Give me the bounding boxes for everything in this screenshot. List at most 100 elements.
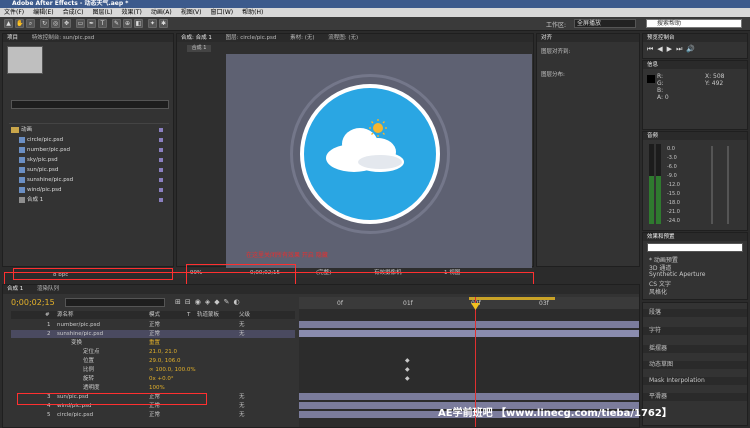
property-rotation[interactable]: 旋转 0x +0.0° (11, 375, 295, 383)
menu-file[interactable]: 文件(F) (4, 8, 24, 17)
panel-smoother[interactable]: 平滑器 (643, 393, 747, 401)
folder-item[interactable]: 动画 (11, 126, 32, 134)
layer-row-selected[interactable]: 2 sunshine/pic.psd 正常 无 (11, 330, 295, 338)
layer-bar[interactable] (299, 321, 639, 328)
eraser-tool-icon[interactable]: ◧ (134, 19, 143, 28)
effects-item[interactable]: Synthetic Aperture (649, 271, 706, 278)
pen-tool-icon[interactable]: ✒ (87, 19, 96, 28)
rectangle-tool-icon[interactable]: ▭ (76, 19, 85, 28)
zoom-tool-icon[interactable]: ⌕ (26, 19, 35, 28)
menu-composition[interactable]: 合成(C) (63, 8, 84, 17)
window-title-bar: Adobe After Effects - 动态天气.aep * (0, 0, 750, 8)
menu-help[interactable]: 帮助(H) (242, 8, 263, 17)
tab-effect-controls[interactable]: 特效控制台: sun/pic.psd (32, 35, 94, 41)
menu-view[interactable]: 视图(V) (181, 8, 202, 17)
file-item[interactable]: circle/pic.psd (19, 136, 63, 144)
comp-subtab[interactable]: 合成 1 (187, 45, 211, 52)
transform-group[interactable]: 变换 重置 (11, 339, 295, 347)
panel-mask-interpolation[interactable]: Mask Interpolation (643, 377, 747, 385)
roto-brush-icon[interactable]: ✦ (148, 19, 157, 28)
psd-file-icon (19, 186, 25, 193)
file-item[interactable]: number/pic.psd (19, 146, 70, 154)
panel-paragraph[interactable]: 段落 (643, 309, 747, 317)
property-anchor[interactable]: 定位点 21.0, 21.0 (11, 348, 295, 356)
composition-viewer[interactable]: 在这里关闭所有效果 开启 隐藏 (226, 54, 532, 268)
file-item[interactable]: sun/pic.psd (19, 166, 58, 174)
tab-info[interactable]: 信息 (647, 62, 658, 68)
tab-comp1[interactable]: 合成 1 (7, 286, 23, 292)
file-item[interactable]: sky/pic.psd (19, 156, 58, 164)
tab-audio[interactable]: 音频 (647, 133, 658, 139)
psd-file-icon (19, 166, 25, 173)
effects-item[interactable]: 风格化 (649, 287, 667, 296)
layer-bar-selected[interactable] (299, 330, 639, 337)
brush-tool-icon[interactable]: ✎ (112, 19, 121, 28)
selection-tool-icon[interactable]: ▲ (4, 19, 13, 28)
label-color-column (159, 128, 163, 202)
layer-bar[interactable] (299, 393, 639, 400)
rotate-tool-icon[interactable]: ↻ (40, 19, 49, 28)
comp-tabbar: 合成: 合成 1 图层: circle/pic.psd 素材: (无) 流程图:… (177, 34, 533, 42)
preview-tabbar: 预览控制台 (643, 34, 747, 42)
tab-footage[interactable]: 素材: (无) (290, 35, 314, 41)
work-area-bar[interactable] (469, 297, 555, 300)
tab-composition[interactable]: 合成: 合成 1 (181, 35, 212, 41)
keyframe-icon[interactable]: ◆ (405, 357, 410, 364)
tab-render-queue[interactable]: 渲染队列 (37, 286, 59, 292)
menu-animation[interactable]: 动画(A) (151, 8, 172, 17)
folder-icon (11, 126, 19, 133)
panel-motion-sketch[interactable]: 动态草图 (643, 361, 747, 369)
preview-panel: 预览控制台 ⏮◀▶⏭🔊 (642, 33, 748, 59)
tab-flowchart[interactable]: 流程图: (无) (328, 35, 358, 41)
window-title: Adobe After Effects - 动态天气.aep * (12, 0, 129, 7)
audio-slider-right[interactable] (727, 146, 729, 224)
tab-align[interactable]: 对齐 (541, 35, 552, 41)
file-item[interactable]: 合成 1 (19, 196, 43, 204)
effects-search-input[interactable] (647, 243, 743, 252)
time-ruler[interactable]: 0f 01f 02f 03f (299, 297, 639, 309)
align-panel: 对齐 图层对齐到: 图层分布: (536, 33, 640, 267)
panel-character[interactable]: 字符 (643, 327, 747, 335)
menu-edit[interactable]: 编辑(E) (33, 8, 53, 17)
tab-project[interactable]: 项目 (7, 35, 18, 41)
property-scale[interactable]: 比例 ∞ 100.0, 100.0% (11, 366, 295, 374)
timeline-search-input[interactable] (65, 298, 165, 307)
puppet-tool-icon[interactable]: ✱ (159, 19, 168, 28)
info-panel: 信息 R: G: B: A: 0 X: 508 Y: 492 (642, 60, 748, 130)
file-item[interactable]: sunshine/pic.psd (19, 176, 73, 184)
effects-presets-panel: 效果和预置 * 动画预置 3D 通道 Synthetic Aperture CS… (642, 232, 748, 300)
pan-behind-tool-icon[interactable]: ✥ (62, 19, 71, 28)
help-search-input[interactable]: 搜索帮助 (646, 19, 742, 28)
effects-tabbar: 效果和预置 (643, 233, 747, 241)
audio-slider-left[interactable] (711, 146, 713, 224)
menu-window[interactable]: 窗口(W) (210, 8, 233, 17)
timeline-header-row: # 源名称 模式 T 轨道蒙板 父级 (11, 311, 295, 319)
property-opacity[interactable]: 透明度 100% (11, 384, 295, 392)
info-a: A: 0 (657, 94, 669, 101)
red-annotation: 在这里关闭所有效果 开启 隐藏 (246, 252, 328, 259)
clone-tool-icon[interactable]: ⊕ (123, 19, 132, 28)
tab-layer[interactable]: 图层: circle/pic.psd (226, 35, 277, 41)
timeline-switch-icons[interactable]: ⊞⊟◉◈◆✎◐ (175, 298, 295, 307)
project-search-input[interactable] (11, 100, 169, 109)
layer-row[interactable]: 5 circle/pic.psd 正常 无 (11, 411, 295, 419)
panel-wiggler[interactable]: 摇摆器 (643, 345, 747, 353)
keyframe-icon[interactable]: ◆ (405, 366, 410, 373)
hand-tool-icon[interactable]: ✋ (15, 19, 24, 28)
tab-effects-presets[interactable]: 效果和预置 (647, 234, 675, 240)
align-label: 图层对齐到: (541, 49, 571, 55)
property-position[interactable]: 位置 29.0, 106.0 (11, 357, 295, 365)
menu-effect[interactable]: 效果(T) (122, 8, 142, 17)
preview-buttons[interactable]: ⏮◀▶⏭🔊 (647, 45, 699, 54)
camera-tool-icon[interactable]: ◎ (51, 19, 60, 28)
psd-file-icon (19, 136, 25, 143)
tab-preview[interactable]: 预览控制台 (647, 35, 675, 41)
timeline-timecode[interactable]: 0;00;02;15 (11, 298, 55, 307)
text-tool-icon[interactable]: T (98, 19, 107, 28)
file-item[interactable]: wind/pic.psd (19, 186, 62, 194)
info-b: B: (657, 87, 664, 94)
workspace-select[interactable]: 全屏播放 (574, 19, 636, 28)
menu-layer[interactable]: 图层(L) (93, 8, 113, 17)
layer-row[interactable]: 1 number/pic.psd 正常 无 (11, 321, 295, 329)
keyframe-icon[interactable]: ◆ (405, 375, 410, 382)
